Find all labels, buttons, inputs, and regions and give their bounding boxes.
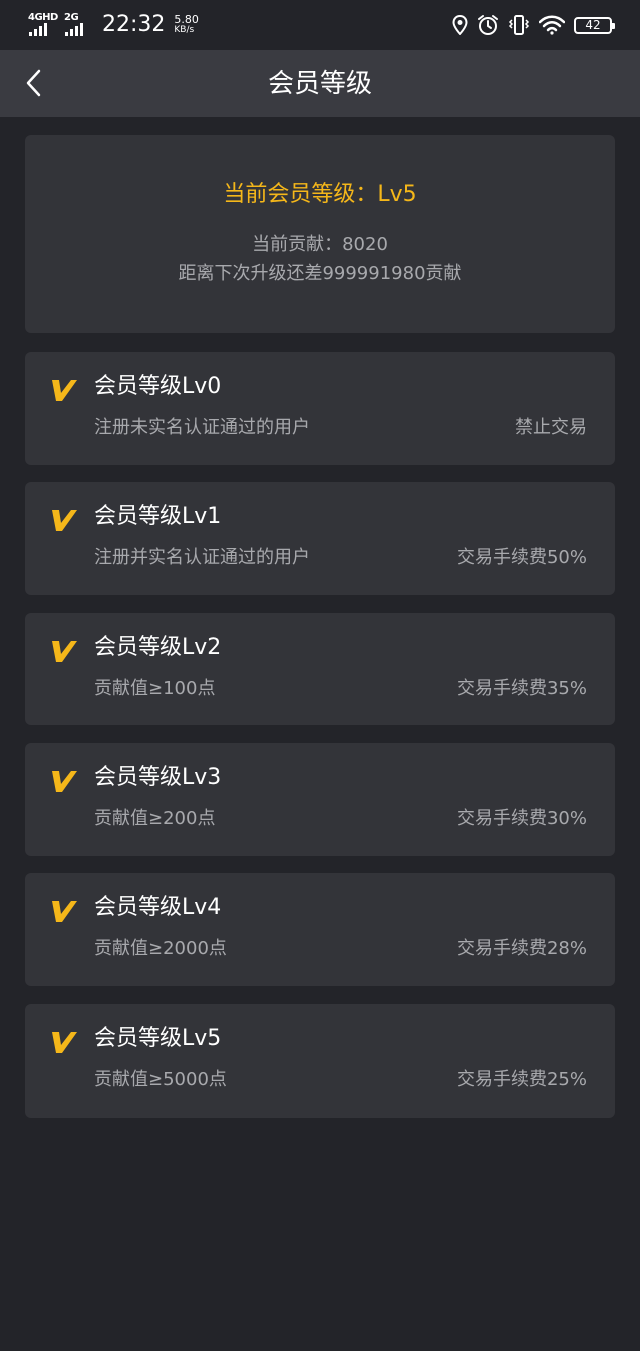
- level-name: 会员等级Lv3: [94, 765, 222, 790]
- status-right: 42: [452, 12, 615, 38]
- level-name: 会员等级Lv1: [94, 504, 222, 529]
- level-fee: 交易手续费25%: [456, 1069, 587, 1090]
- level-requirement: 注册未实名认证通过的用户: [94, 417, 310, 438]
- upgrade-gap-label: 距离下次升级还差999991980贡献: [178, 263, 462, 284]
- signal-4g-icon: 4GHD: [28, 12, 58, 38]
- signal-bars: [29, 23, 47, 36]
- alarm-icon: [478, 15, 498, 35]
- status-bar: 4GHD 2G 22:32 5.80 KB/s 42: [0, 0, 640, 50]
- level-requirement: 注册并实名认证通过的用户: [94, 547, 310, 568]
- level-fee: 交易手续费28%: [456, 938, 587, 959]
- v-badge-icon: [52, 771, 77, 792]
- current-level-label: 当前会员等级：Lv5: [223, 182, 417, 207]
- network-speed-unit: KB/s: [174, 25, 195, 35]
- v-badge-icon: [52, 901, 77, 922]
- wifi-icon: [539, 15, 565, 35]
- status-left: 4GHD 2G 22:32 5.80 KB/s: [28, 10, 199, 40]
- level-name: 会员等级Lv0: [94, 374, 222, 399]
- battery-icon: 42: [574, 16, 615, 34]
- level-card: 会员等级Lv1 注册并实名认证通过的用户 交易手续费50%: [25, 482, 615, 595]
- v-badge-icon: [52, 641, 77, 662]
- level-requirement: 贡献值≥2000点: [94, 938, 227, 959]
- level-fee: 交易手续费50%: [456, 547, 587, 568]
- level-name: 会员等级Lv2: [94, 635, 222, 660]
- signal-bars: [65, 23, 83, 36]
- signal-2g-icon: 2G: [64, 12, 90, 38]
- network-speed-value: 5.80: [174, 13, 199, 26]
- level-name: 会员等级Lv4: [94, 895, 222, 920]
- battery-level: 42: [585, 18, 601, 32]
- network-speed: 5.80 KB/s: [174, 14, 199, 36]
- level-card: 会员等级Lv4 贡献值≥2000点 交易手续费28%: [25, 873, 615, 986]
- status-time: 22:32: [102, 12, 166, 37]
- level-requirement: 贡献值≥200点: [94, 808, 216, 829]
- nav-bar: 会员等级: [0, 50, 640, 117]
- level-fee: 交易手续费35%: [456, 678, 587, 699]
- contribution-label: 当前贡献：8020: [252, 234, 388, 255]
- level-name: 会员等级Lv5: [94, 1026, 222, 1051]
- level-card: 会员等级Lv5 贡献值≥5000点 交易手续费25%: [25, 1004, 615, 1118]
- level-requirement: 贡献值≥5000点: [94, 1069, 227, 1090]
- location-icon: [452, 15, 468, 35]
- v-badge-icon: [52, 510, 77, 531]
- level-fee: 禁止交易: [515, 417, 587, 438]
- level-card: 会员等级Lv3 贡献值≥200点 交易手续费30%: [25, 743, 615, 856]
- membership-summary-card: 当前会员等级：Lv5 当前贡献：8020 距离下次升级还差999991980贡献: [25, 135, 615, 333]
- level-requirement: 贡献值≥100点: [94, 678, 216, 699]
- network-type-label: 4GHD: [28, 12, 58, 23]
- v-badge-icon: [52, 380, 77, 401]
- page-title: 会员等级: [267, 69, 372, 99]
- level-card: 会员等级Lv2 贡献值≥100点 交易手续费35%: [25, 613, 615, 725]
- level-fee: 交易手续费30%: [456, 808, 587, 829]
- v-badge-icon: [52, 1032, 77, 1053]
- vibrate-icon: [508, 15, 530, 35]
- network-type-label: 2G: [64, 12, 79, 23]
- level-card: 会员等级Lv0 注册未实名认证通过的用户 禁止交易: [25, 352, 615, 465]
